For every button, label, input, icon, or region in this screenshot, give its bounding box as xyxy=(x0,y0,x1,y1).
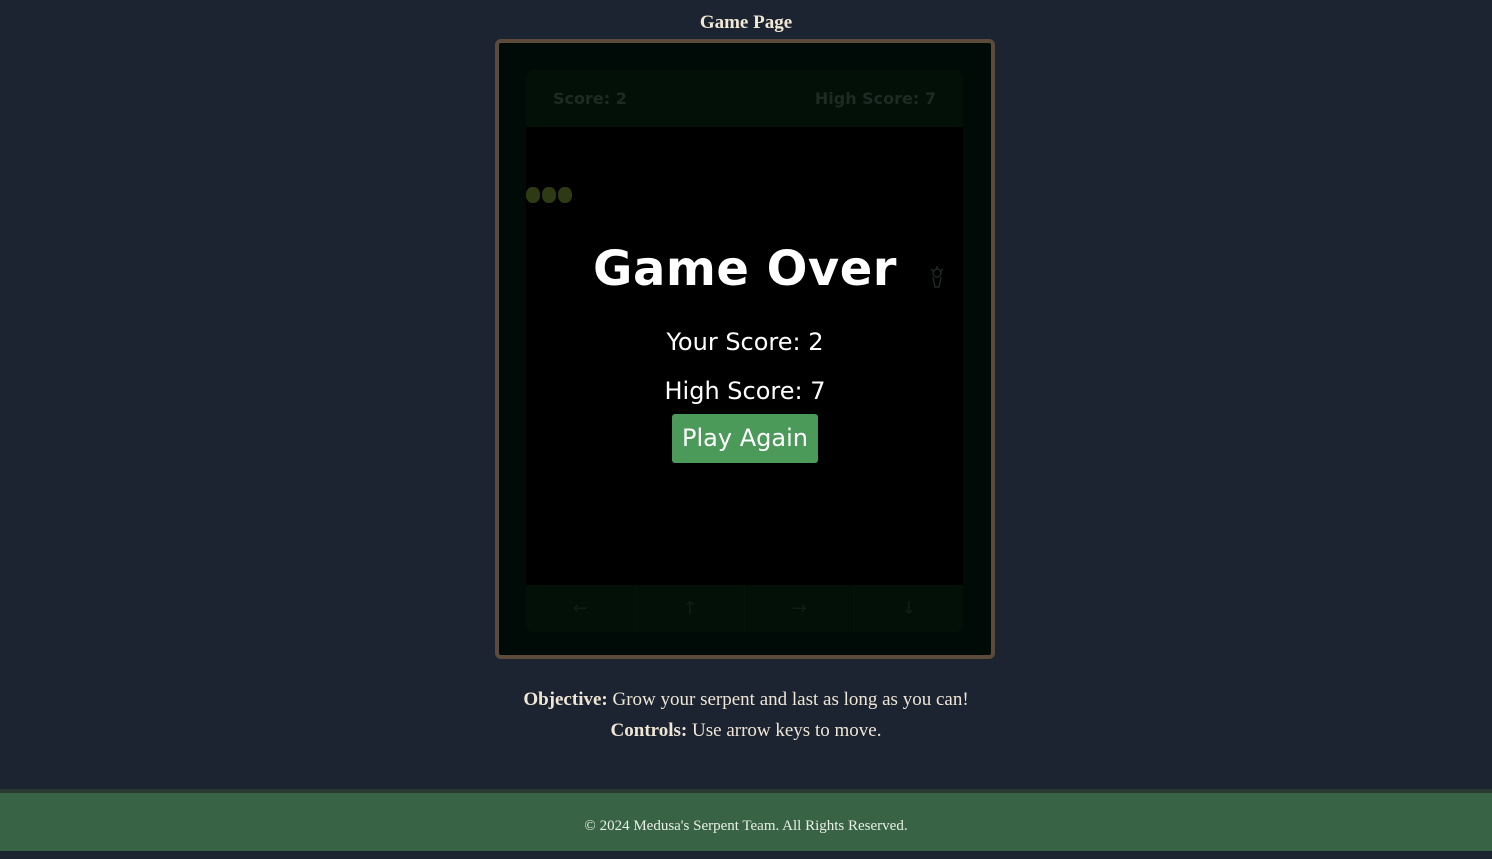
objective-text: Objective: Grow your serpent and last as… xyxy=(0,689,1492,711)
controls-text: Controls: Use arrow keys to move. xyxy=(0,720,1492,742)
controls-label: Controls: xyxy=(610,720,688,741)
objective-label: Objective: xyxy=(523,689,608,710)
final-score: Your Score: 2 xyxy=(666,328,824,356)
play-again-button[interactable]: Play Again xyxy=(672,414,818,463)
page-title: Game Page xyxy=(699,12,793,33)
game-frame: Score: 2 High Score: 7 ← ↑ → ↓ Game Over… xyxy=(495,39,995,659)
footer: © 2024 Medusa's Serpent Team. All Rights… xyxy=(0,789,1492,851)
controls-description: Use arrow keys to move. xyxy=(687,720,882,741)
copyright-text: © 2024 Medusa's Serpent Team. All Rights… xyxy=(584,818,908,834)
game-over-overlay: Game Over Your Score: 2 High Score: 7 Pl… xyxy=(499,43,991,655)
objective-description: Grow your serpent and last as long as yo… xyxy=(607,689,969,710)
final-high-score: High Score: 7 xyxy=(664,377,826,405)
game-over-title: Game Over xyxy=(593,241,897,297)
